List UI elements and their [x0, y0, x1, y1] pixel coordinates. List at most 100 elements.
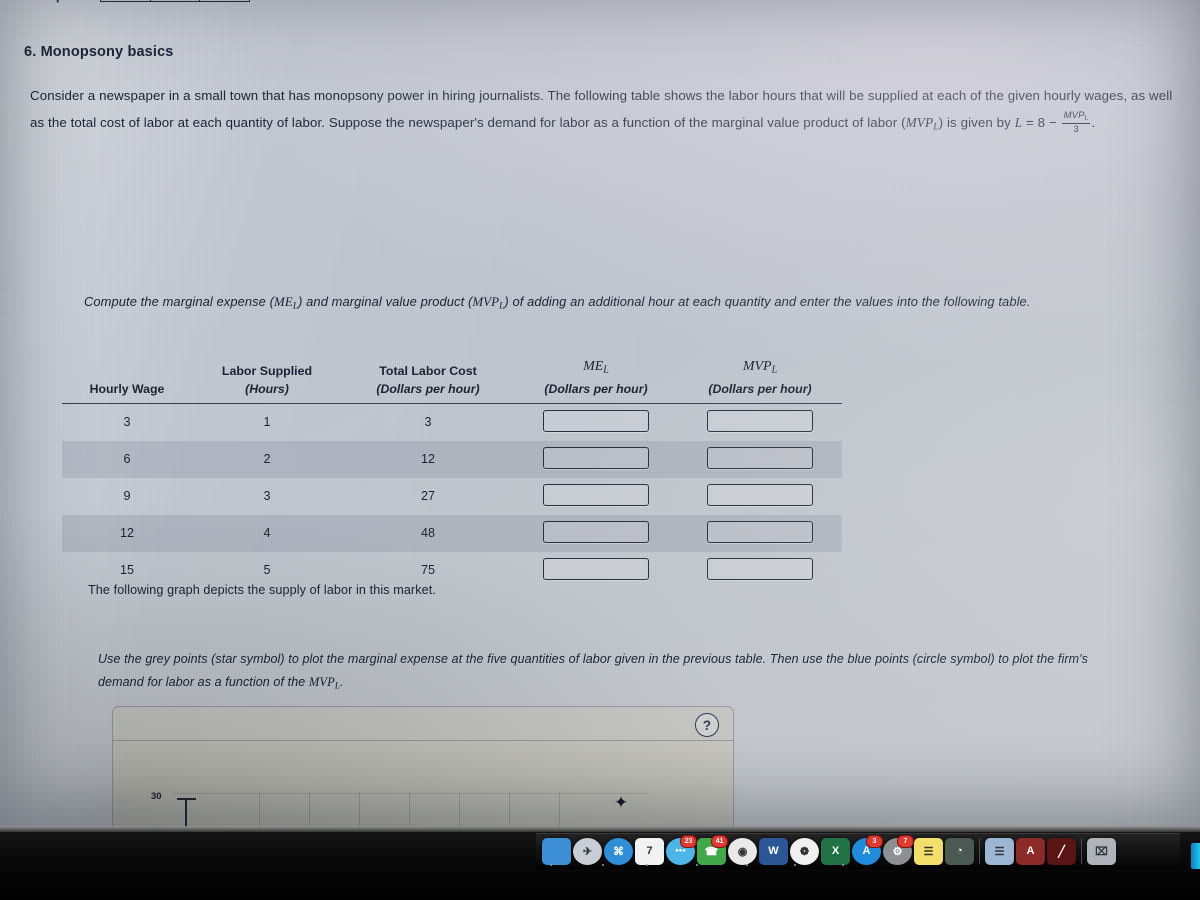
- dock-icon-app-store[interactable]: A3: [852, 834, 883, 865]
- formula-denominator: 3: [1073, 124, 1079, 136]
- labor-data-table-wrapper: Hourly Wage Labor Supplied (Hours) Total…: [62, 358, 842, 589]
- dock-separator: [979, 838, 980, 864]
- formula-numerator: MVPL: [1061, 109, 1091, 125]
- cell-cost: 27: [420, 489, 435, 504]
- column-mvp-symbol: MVP: [742, 359, 772, 374]
- adobe-acrobat-icon: A: [1026, 845, 1035, 857]
- column-mvp-unit: (Dollars per hour): [708, 381, 812, 396]
- table-row: 3 1 3: [62, 403, 842, 441]
- dock-icon-system-preferences[interactable]: ⚙ 7: [883, 834, 914, 865]
- dock-icon-brush-app[interactable]: ╱: [1047, 837, 1076, 865]
- dock-icon-finder[interactable]: [542, 837, 571, 865]
- column-hourly-wage: Hourly Wage: [62, 358, 192, 404]
- screen-edge-glow: [1191, 843, 1200, 869]
- dock-badge: 7: [897, 834, 914, 848]
- plot-instruction-period: .: [339, 675, 344, 689]
- attempts-cell-3: [200, 0, 249, 1]
- plot-mvp-symbol: MVP: [308, 675, 335, 689]
- photos-icon: ❁: [799, 845, 810, 858]
- dock-icon-adobe-acrobat[interactable]: A: [1016, 837, 1045, 865]
- compute-mvp-symbol: MVP: [472, 295, 500, 309]
- dock-separator: [1081, 838, 1082, 864]
- cell-wage: 9: [123, 489, 131, 504]
- dock-running-indicators: [536, 864, 1168, 868]
- help-icon[interactable]: ?: [695, 713, 719, 737]
- dock-icon-chrome[interactable]: ◉: [728, 837, 757, 865]
- compute-text-a: Compute the marginal expense (: [84, 294, 275, 309]
- column-mvp-subscript: L: [771, 364, 778, 376]
- cell-hours: 3: [263, 489, 271, 504]
- cell-wage: 12: [62, 514, 192, 552]
- plot-instruction-text: Use the grey points (star symbol) to plo…: [98, 652, 1088, 689]
- cell-wage: 3: [123, 415, 131, 430]
- attempts-mini-table: [100, 0, 250, 2]
- cell-me: [514, 440, 678, 478]
- me-input-row-1[interactable]: [543, 409, 649, 432]
- table-row: 6 2 12: [62, 440, 842, 478]
- attempts-cell-2: [151, 0, 201, 1]
- me-input-row-3[interactable]: [543, 483, 649, 506]
- dock-icon-messages[interactable]: ●●● 23: [666, 834, 697, 865]
- cell-cost: 12: [342, 440, 514, 478]
- cell-hours: 4: [192, 514, 342, 552]
- dock-icon-launchpad[interactable]: ✈: [573, 837, 602, 865]
- column-total-labor-cost: Total Labor Cost (Dollars per hour): [342, 358, 514, 404]
- notes-icon: ☰: [923, 845, 934, 858]
- column-hourly-wage-unit: Hourly Wage: [89, 381, 165, 396]
- microsoft-excel-icon: X: [831, 845, 840, 857]
- mvp-input-row-3[interactable]: [707, 483, 813, 506]
- plot-area[interactable]: [113, 741, 733, 832]
- dock-icon-utility-app[interactable]: ◔: [945, 837, 974, 865]
- column-me-title: MEL: [514, 358, 678, 380]
- formula-period: .: [1091, 115, 1096, 130]
- formula-numerator-symbol: MVP: [1063, 109, 1085, 121]
- mvp-input-row-1[interactable]: [707, 409, 813, 432]
- plot-instruction: Use the grey points (star symbol) to plo…: [98, 648, 1108, 697]
- brush-app-icon: ╱: [1058, 845, 1065, 858]
- attempts-header-cropped: Attempts: [18, 0, 318, 10]
- dock-icon-notes[interactable]: ☰: [914, 837, 943, 865]
- dock-icon-downloads-stack[interactable]: ☰: [985, 837, 1014, 865]
- graph-panel[interactable]: ? 30 25 ✦: [112, 706, 734, 832]
- dock-icon-calendar[interactable]: 7: [635, 837, 664, 865]
- dock-icon-photos[interactable]: ❁: [790, 837, 819, 865]
- monitor-screen: Attempts 6. Monopsony basics Consider a …: [0, 0, 1200, 832]
- cell-me: [514, 478, 678, 515]
- dock-icon-facetime-contacts[interactable]: ☎ 41: [697, 834, 728, 865]
- column-labor-supplied-unit: (Hours): [245, 381, 289, 396]
- table-body: 3 1 3 6 2 12 9 3 27 12 4 48 15 5 75: [62, 403, 842, 589]
- me-input-row-4[interactable]: [543, 520, 649, 543]
- column-me-unit: (Dollars per hour): [544, 381, 648, 396]
- column-total-labor-cost-title: Total Labor Cost: [379, 363, 477, 378]
- cell-mvp: [678, 514, 842, 552]
- mvp-input-row-5[interactable]: [707, 557, 813, 580]
- dock-badge: 3: [866, 834, 883, 848]
- dock-badge: 23: [680, 834, 697, 848]
- launchpad-icon: ✈: [582, 845, 593, 858]
- mvp-input-row-4[interactable]: [707, 520, 813, 543]
- table-head: Hourly Wage Labor Supplied (Hours) Total…: [62, 358, 842, 404]
- table-header-row: Hourly Wage Labor Supplied (Hours) Total…: [62, 358, 842, 404]
- downloads-stack-icon: ☰: [994, 845, 1005, 858]
- me-input-row-5[interactable]: [543, 557, 649, 580]
- dock-icon-trash[interactable]: ⌧: [1087, 837, 1116, 865]
- column-me-symbol: ME: [583, 359, 604, 374]
- cell-mvp: [678, 478, 842, 515]
- dock-icon-microsoft-word[interactable]: W: [759, 837, 788, 865]
- mvp-input-row-2[interactable]: [707, 446, 813, 469]
- formula-fraction: MVPL 3: [1061, 109, 1091, 136]
- cell-me: [514, 514, 678, 552]
- intro-mvp-symbol: MVP: [905, 115, 934, 130]
- intro-paragraph: Consider a newspaper in a small town tha…: [30, 82, 1180, 140]
- utility-app-icon: ◔: [956, 845, 963, 857]
- me-input-row-2[interactable]: [543, 446, 649, 469]
- messages-icon: ●●●: [675, 848, 686, 854]
- graph-caption: The following graph depicts the supply o…: [88, 583, 436, 597]
- dock-icon-safari[interactable]: ⌘: [604, 837, 633, 865]
- cell-mvp: [678, 403, 842, 441]
- dock-icon-microsoft-excel[interactable]: X: [821, 837, 850, 865]
- compute-instruction: Compute the marginal expense (MEL) and m…: [84, 288, 1174, 320]
- compute-text-c: ) of adding an additional hour at each q…: [504, 294, 1031, 309]
- column-labor-supplied: Labor Supplied (Hours): [192, 358, 342, 404]
- compute-me-symbol: ME: [274, 295, 293, 309]
